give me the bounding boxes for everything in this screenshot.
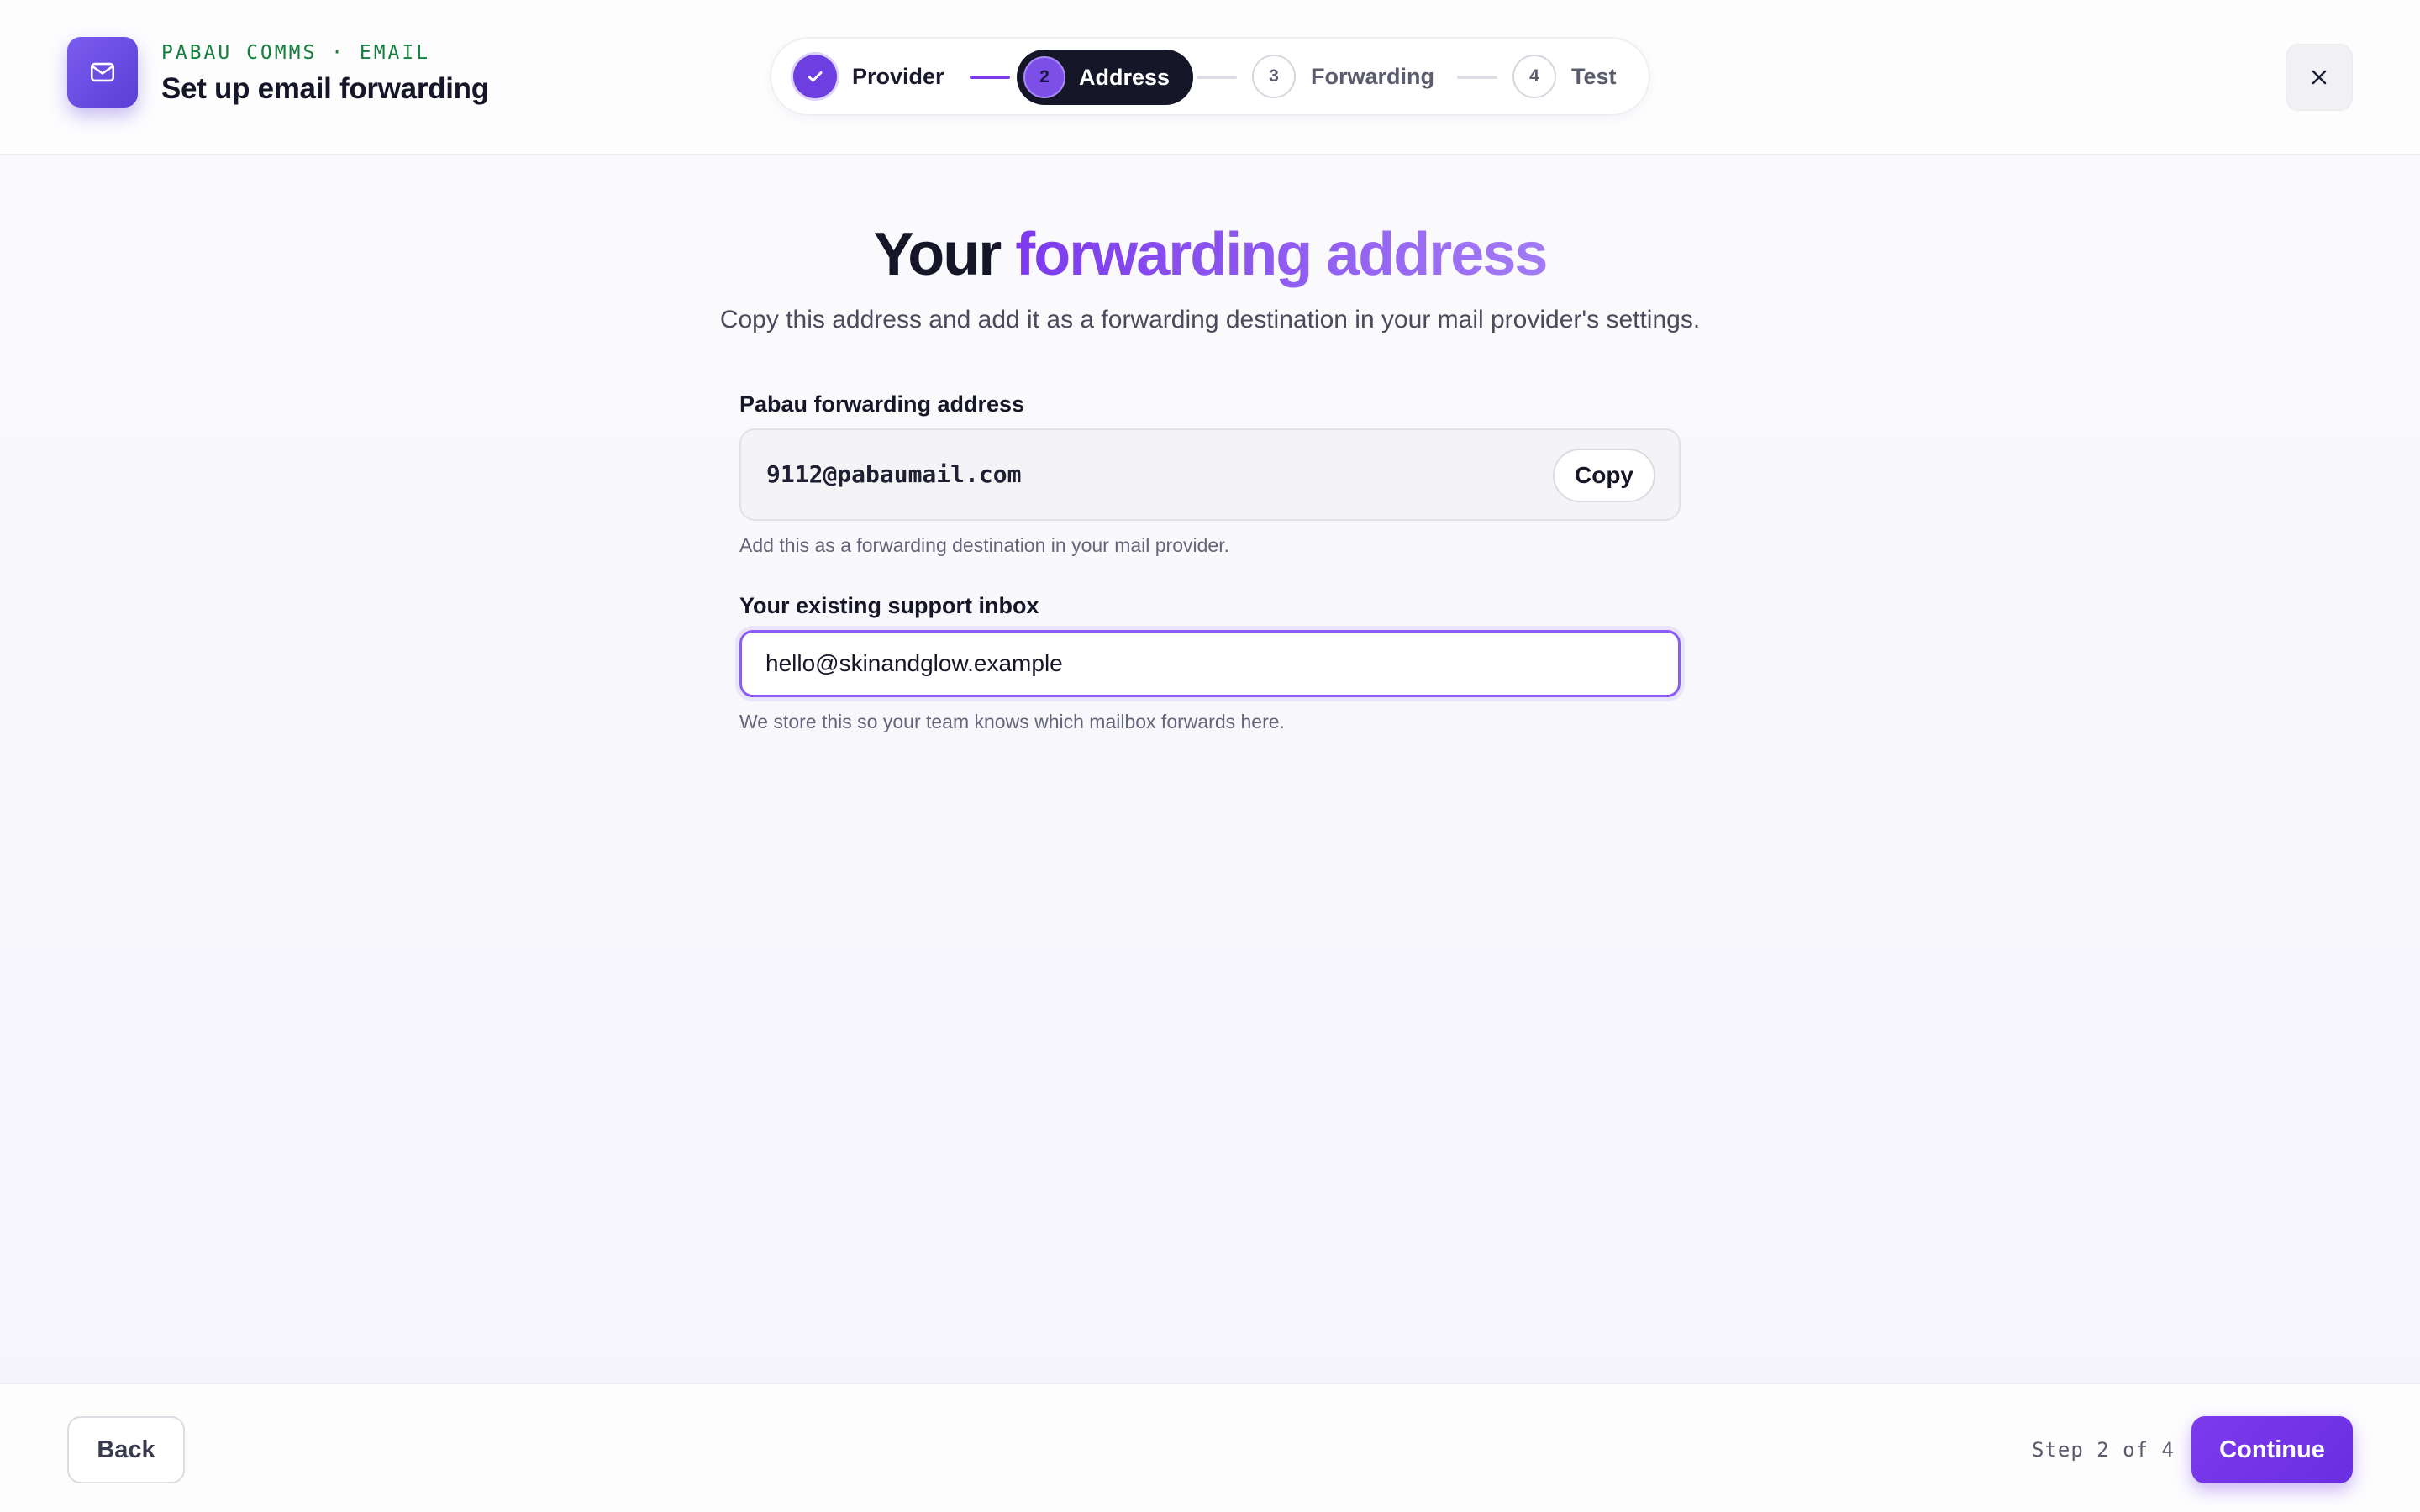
step-label: Test xyxy=(1571,63,1617,89)
heading-plain: Your xyxy=(873,221,1002,288)
support-inbox-label: Your existing support inbox xyxy=(739,593,1039,618)
forwarding-address-helper: Add this as a forwarding destination in … xyxy=(739,534,1229,556)
forwarding-address-value[interactable]: 9112@pabaumail.com xyxy=(766,460,1021,488)
step-connector xyxy=(1197,76,1237,79)
step-indicator: Provider 2 Address 3 Forwarding 4 Test xyxy=(770,37,1650,116)
copy-button[interactable]: Copy xyxy=(1553,449,1655,502)
close-button[interactable] xyxy=(2286,44,2353,111)
page-title: Set up email forwarding xyxy=(161,72,489,105)
step-label: Address xyxy=(1079,64,1171,90)
top-bar: PABAU COMMS · EMAIL Set up email forward… xyxy=(0,0,2420,155)
step-test[interactable]: 4 Test xyxy=(1512,39,1617,114)
heading-accent: forwarding address xyxy=(1015,221,1548,288)
step-forwarding[interactable]: 3 Forwarding xyxy=(1252,39,1434,114)
app-logo xyxy=(67,37,138,108)
forwarding-address-field: 9112@pabaumail.com Copy xyxy=(739,428,1681,521)
support-inbox-helper: We store this so your team knows which m… xyxy=(739,711,1285,732)
continue-button[interactable]: Continue xyxy=(2191,1416,2353,1483)
footer-bar: Back Step 2 of 4 Continue xyxy=(0,1383,2420,1512)
step-label: Provider xyxy=(852,63,944,89)
main-heading: Your forwarding address xyxy=(0,220,2420,289)
step-connector xyxy=(970,76,1010,79)
step-provider[interactable]: Provider xyxy=(793,39,944,114)
check-icon xyxy=(793,55,837,98)
step-number: 4 xyxy=(1512,55,1556,98)
step-address[interactable]: 2 Address xyxy=(1017,50,1194,105)
app-eyebrow: PABAU COMMS · EMAIL xyxy=(161,42,431,64)
step-connector xyxy=(1457,76,1497,79)
support-inbox-input[interactable] xyxy=(739,630,1681,697)
step-label: Forwarding xyxy=(1311,63,1434,89)
back-button[interactable]: Back xyxy=(67,1416,185,1483)
step-number: 3 xyxy=(1252,55,1296,98)
forwarding-address-label: Pabau forwarding address xyxy=(739,391,1025,417)
step-counter: Step 2 of 4 xyxy=(2032,1438,2175,1462)
main-subtitle: Copy this address and add it as a forwar… xyxy=(719,306,1701,333)
mail-icon xyxy=(90,62,115,82)
step-number: 2 xyxy=(1023,56,1065,98)
close-icon xyxy=(2312,70,2327,85)
